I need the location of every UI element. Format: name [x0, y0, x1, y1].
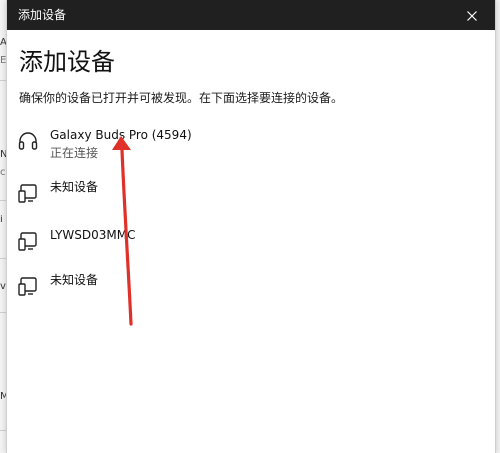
device-name: 未知设备	[50, 180, 99, 194]
page-title: 添加设备	[19, 48, 115, 76]
device-icon	[17, 275, 39, 297]
device-item-unknown-1[interactable]: 未知设备	[7, 172, 495, 212]
device-name: Galaxy Buds Pro (4594)	[50, 128, 192, 142]
close-button[interactable]	[449, 0, 495, 30]
instruction-text: 确保你的设备已打开并可被发现。在下面选择要连接的设备。	[19, 91, 344, 105]
add-device-dialog: 添加设备 添加设备 确保你的设备已打开并可被发现。在下面选择要连接的设备。 Ga…	[6, 0, 496, 453]
device-item-lywsd03mmc[interactable]: LYWSD03MMC	[7, 220, 495, 260]
device-item-galaxy-buds-pro[interactable]: Galaxy Buds Pro (4594) 正在连接	[7, 120, 495, 160]
device-icon	[17, 182, 39, 204]
device-item-unknown-2[interactable]: 未知设备	[7, 265, 495, 305]
device-name: LYWSD03MMC	[50, 228, 136, 242]
device-icon	[17, 230, 39, 252]
close-icon	[467, 6, 477, 25]
device-status: 正在连接	[50, 146, 99, 160]
title-bar: 添加设备	[7, 0, 495, 30]
headphones-icon	[17, 130, 39, 152]
device-name: 未知设备	[50, 273, 99, 287]
window-title: 添加设备	[18, 8, 67, 22]
